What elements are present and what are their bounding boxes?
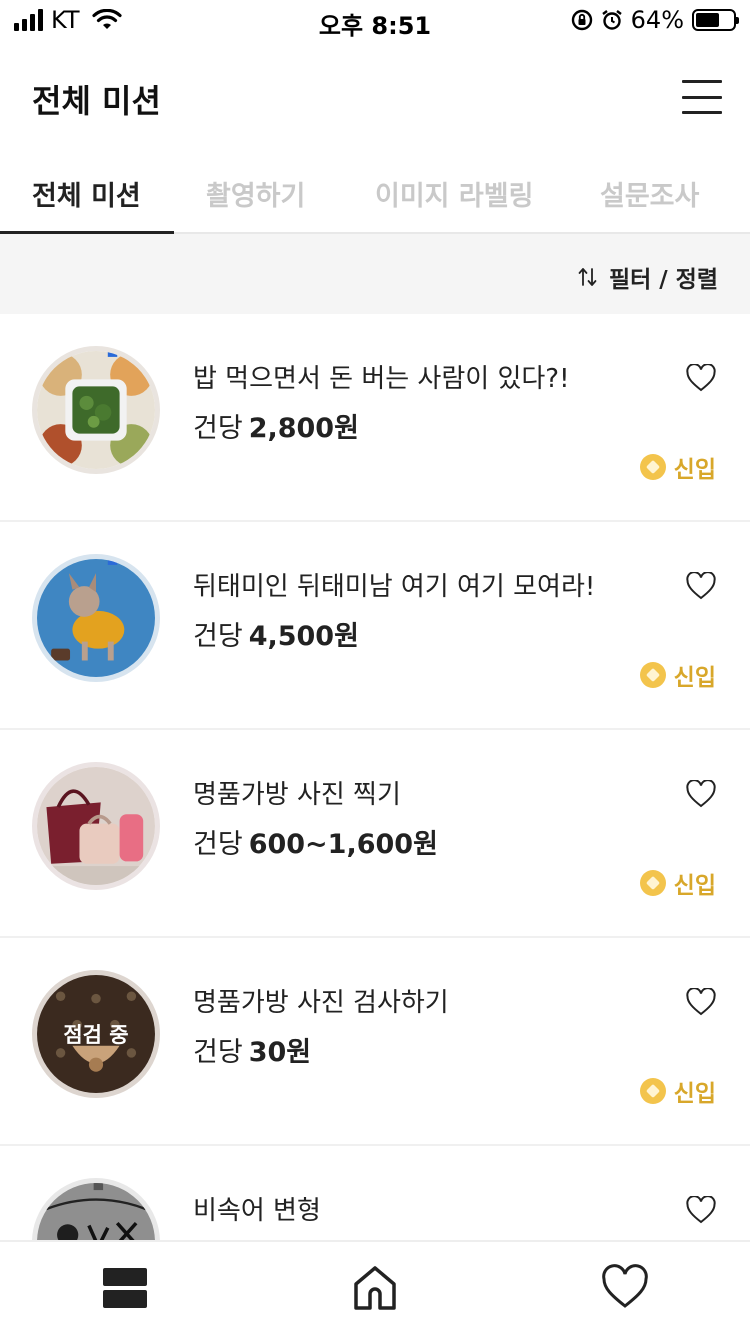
favorite-heart-icon[interactable] — [686, 780, 716, 808]
price-value: 30원 — [248, 1037, 312, 1068]
price-value: 4,500원 — [248, 621, 359, 652]
sort-arrows-icon — [578, 268, 597, 286]
category-tabs: 전체 미션 촬영하기 이미지 라벨링 설문조사 — [0, 156, 750, 234]
filter-bar: 필터 / 정렬 — [0, 234, 750, 314]
favorite-heart-icon[interactable] — [686, 988, 716, 1016]
mission-price: 건당 4,500원 — [193, 614, 359, 653]
new-badge-label: 신입 — [673, 665, 716, 691]
tab-survey[interactable]: 설문조사 — [600, 174, 699, 213]
new-badge-icon — [639, 1078, 666, 1104]
hamburger-menu-icon[interactable] — [682, 80, 722, 114]
mission-item[interactable]: 점검 중 명품가방 사진 검사하기 건당 30원 신입 — [0, 938, 750, 1146]
new-badge-label: 신입 — [673, 457, 716, 483]
alarm-icon — [601, 10, 622, 30]
new-badge: 신입 — [639, 1074, 716, 1108]
bottom-nav-bar — [0, 1240, 750, 1334]
new-badge-icon — [639, 662, 666, 688]
favorite-heart-icon[interactable] — [686, 1196, 716, 1224]
app-header: 전체 미션 — [0, 60, 750, 140]
new-badge-label: 신입 — [673, 1081, 716, 1107]
mission-item[interactable]: 밥 먹으면서 돈 버는 사람이 있다?! 건당 2,800원 신입 — [0, 314, 750, 522]
mission-price: 건당 30원 — [193, 1030, 311, 1069]
favorite-heart-icon[interactable] — [686, 364, 716, 392]
list-icon[interactable] — [101, 1264, 149, 1312]
orientation-lock-icon — [571, 9, 592, 31]
thumb-status-overlay: 점검 중 — [63, 1023, 129, 1047]
heart-icon[interactable] — [601, 1264, 649, 1312]
tab-image-labeling[interactable]: 이미지 라벨링 — [375, 174, 533, 213]
handbag-photo-image — [32, 762, 160, 890]
new-badge: 신입 — [639, 450, 716, 484]
mission-price: 건당 2,800원 — [193, 406, 359, 445]
mission-price: 건당 600~1,600원 — [193, 822, 438, 861]
mission-item[interactable]: 비속어 변형 — [0, 1146, 750, 1240]
new-badge-icon — [639, 870, 666, 896]
price-prefix: 건당 — [193, 621, 243, 652]
doodle-image — [32, 1178, 160, 1240]
mission-title: 비속어 변형 — [193, 1196, 321, 1226]
mission-item[interactable]: 명품가방 사진 찍기 건당 600~1,600원 신입 — [0, 730, 750, 938]
new-badge-label: 신입 — [673, 873, 716, 899]
mission-item[interactable]: 뒤태미인 뒤태미남 여기 여기 모여라! 건당 4,500원 신입 — [0, 522, 750, 730]
mission-list: 밥 먹으면서 돈 버는 사람이 있다?! 건당 2,800원 신입 뒤태미인 뒤… — [0, 314, 750, 1240]
food-tray-image — [32, 346, 160, 474]
tab-all-missions[interactable]: 전체 미션 — [32, 174, 141, 213]
filter-sort-button[interactable]: 필터 / 정렬 — [577, 260, 718, 294]
monogram-bag-image: 점검 중 — [32, 970, 160, 1098]
price-value: 2,800원 — [248, 413, 359, 444]
price-value: 600~1,600원 — [248, 829, 438, 860]
mission-title: 명품가방 사진 검사하기 — [193, 988, 449, 1018]
tab-photo[interactable]: 촬영하기 — [206, 174, 305, 213]
mission-title: 밥 먹으면서 돈 버는 사람이 있다?! — [193, 364, 570, 394]
mission-title: 명품가방 사진 찍기 — [193, 780, 401, 810]
dog-photo-image — [32, 554, 160, 682]
new-badge: 신입 — [639, 658, 716, 692]
new-badge-icon — [639, 454, 666, 480]
price-prefix: 건당 — [193, 1037, 243, 1068]
status-right: 64% — [571, 6, 739, 34]
page-title: 전체 미션 — [32, 82, 161, 120]
new-badge: 신입 — [639, 866, 716, 900]
battery-icon — [692, 9, 739, 31]
status-bar: KT 오후 8:51 64% — [0, 0, 750, 40]
battery-percent: 64% — [630, 6, 684, 34]
home-icon[interactable] — [351, 1264, 399, 1312]
price-prefix: 건당 — [193, 413, 243, 444]
favorite-heart-icon[interactable] — [686, 572, 716, 600]
mission-title: 뒤태미인 뒤태미남 여기 여기 모여라! — [193, 572, 596, 602]
filter-sort-label: 필터 / 정렬 — [608, 267, 718, 293]
battery-fill — [696, 13, 720, 27]
price-prefix: 건당 — [193, 829, 243, 860]
